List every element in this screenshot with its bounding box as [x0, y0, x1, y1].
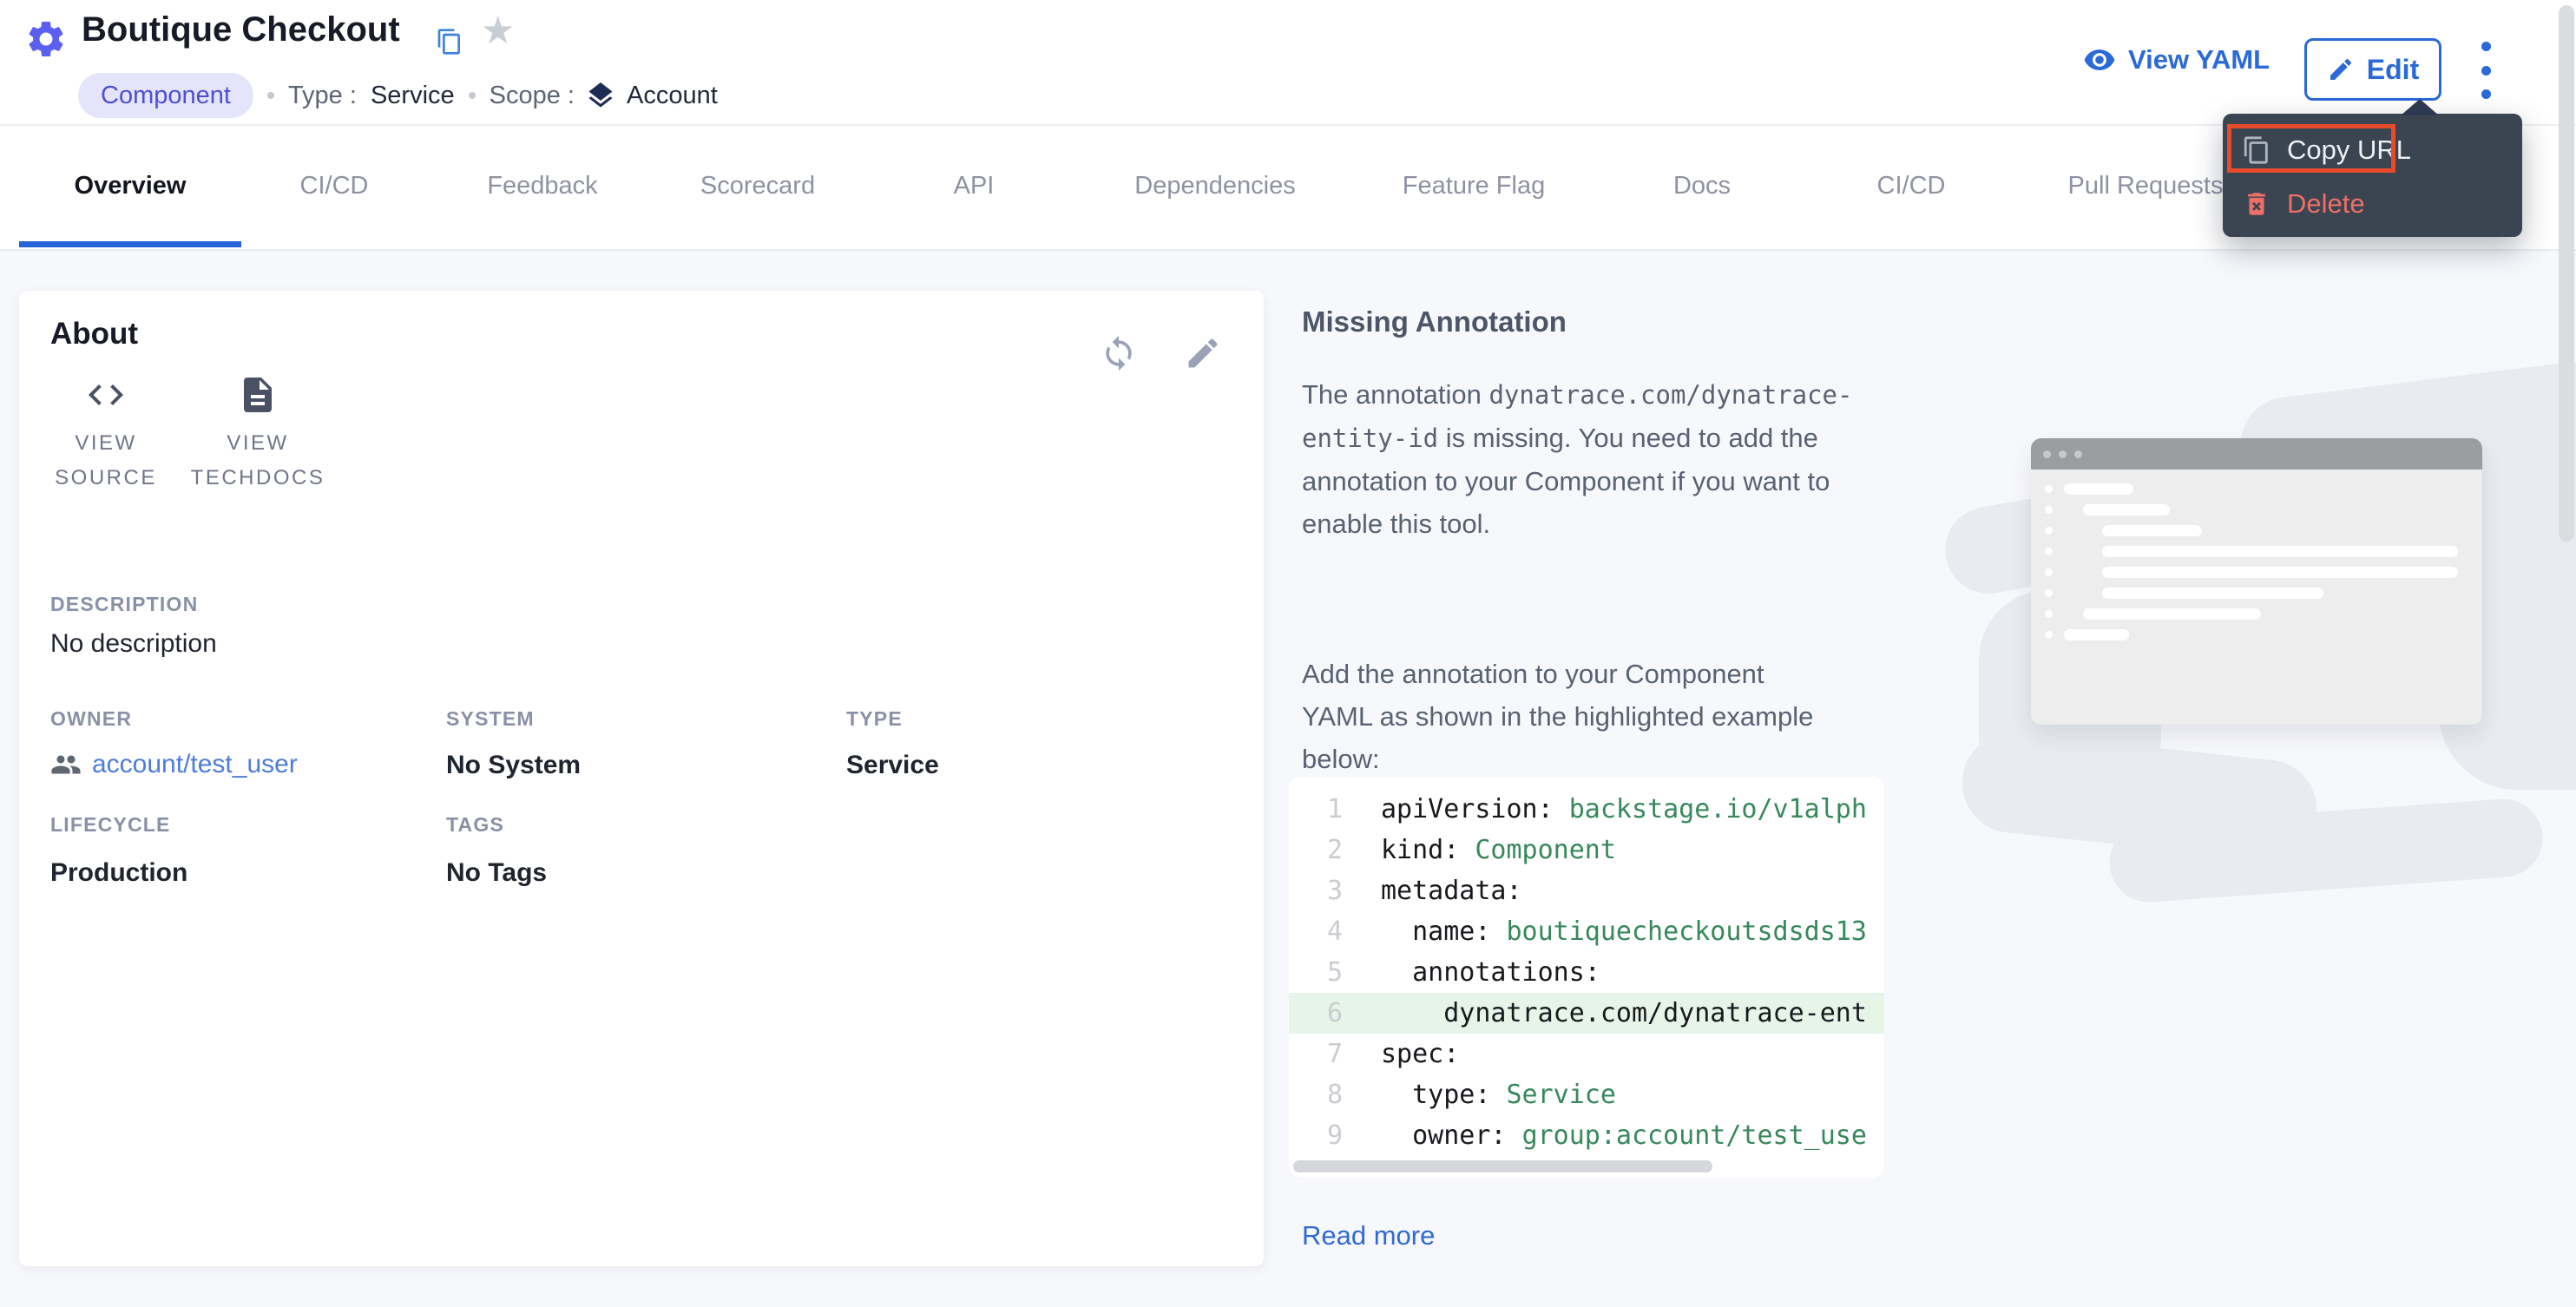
code-line-7: 7spec: [1289, 1034, 1884, 1074]
system-label: SYSTEM [446, 707, 535, 731]
page-header: Boutique Checkout ★ Component Type : Ser… [0, 0, 2576, 126]
owner-link[interactable]: account/test_user [50, 749, 298, 780]
tags-value: No Tags [446, 858, 547, 888]
group-icon [50, 749, 82, 780]
code-line-8: 8 type: Service [1289, 1074, 1884, 1115]
system-value: No System [446, 751, 581, 780]
tab-scorecard[interactable]: Scorecard [700, 172, 815, 200]
entity-page: Boutique Checkout ★ Component Type : Ser… [0, 0, 2576, 1307]
layers-icon [585, 80, 616, 111]
more-options-button[interactable] [2475, 42, 2496, 99]
edit-about-icon[interactable] [1184, 334, 1222, 372]
document-icon [237, 374, 279, 416]
owner-value: account/test_user [92, 750, 298, 779]
type-field-value: Service [846, 751, 939, 780]
pencil-icon [2327, 56, 2355, 83]
tab-api[interactable]: API [954, 172, 995, 200]
favorite-star-icon[interactable]: ★ [481, 12, 515, 50]
menu-item-copy-url[interactable]: Copy URL [2242, 128, 2411, 173]
annotation-instructions: Add the annotation to your Component YAM… [1302, 653, 1840, 780]
view-yaml-label: View YAML [2128, 44, 2270, 76]
lifecycle-label: LIFECYCLE [50, 813, 171, 837]
page-scrollbar[interactable] [2559, 5, 2574, 542]
tab-bar: Overview CI/CD Feedback Scorecard API Depende… [0, 126, 2576, 251]
type-label: Type : [288, 82, 357, 110]
edit-button[interactable]: Edit [2304, 38, 2441, 101]
code-lines: 1apiVersion: backstage.io/v1alph2kind: C… [1289, 789, 1884, 1156]
tab-ci-cd[interactable]: CI/CD [300, 172, 369, 200]
kind-chip: Component [78, 73, 253, 118]
trash-icon [2242, 189, 2271, 219]
view-yaml-button[interactable]: View YAML [2083, 43, 2270, 76]
code-window-illustration [1953, 373, 2526, 894]
scope-value: Account [627, 82, 718, 110]
tab-overview[interactable]: Overview [75, 172, 187, 200]
lifecycle-value: Production [50, 858, 187, 888]
copy-url-label: Copy URL [2287, 135, 2411, 166]
description-value: No description [50, 629, 217, 659]
description-label: DESCRIPTION [50, 593, 198, 616]
tab-dependencies[interactable]: Dependencies [1134, 172, 1295, 200]
fake-window-titlebar [2031, 438, 2482, 470]
code-line-4: 4 name: boutiquecheckoutsdsds13 [1289, 911, 1884, 952]
about-card: About VIEW SOURCE VIEW TECHDOCS DESCRIPT… [19, 291, 1264, 1266]
code-line-1: 1apiVersion: backstage.io/v1alph [1289, 789, 1884, 830]
eye-icon [2083, 43, 2116, 76]
delete-label: Delete [2287, 188, 2365, 220]
read-more-link[interactable]: Read more [1302, 1220, 1435, 1251]
tab-docs[interactable]: Docs [1673, 172, 1731, 200]
owner-label: OWNER [50, 707, 132, 731]
code-line-3: 3metadata: [1289, 870, 1884, 911]
separator-dot [267, 92, 274, 99]
type-field-label: TYPE [846, 707, 903, 731]
tags-label: TAGS [446, 813, 504, 837]
menu-item-delete[interactable]: Delete [2242, 181, 2365, 227]
copy-icon [2242, 135, 2271, 165]
missing-annotation-title: Missing Annotation [1302, 305, 1567, 338]
missing-annotation-paragraph: The annotation dynatrace.com/dynatrace-e… [1302, 373, 1875, 545]
tab-ci-cd-2[interactable]: CI/CD [1877, 172, 1946, 200]
code-line-5: 5 annotations: [1289, 952, 1884, 993]
view-techdocs-label: VIEW TECHDOCS [180, 426, 336, 496]
entity-meta-row: Component Type : Service Scope : Account [78, 73, 718, 118]
tab-feature-flag[interactable]: Feature Flag [1403, 172, 1545, 200]
tab-pull-requests[interactable]: Pull Requests [2068, 172, 2224, 200]
menu-arrow [2401, 99, 2439, 115]
component-gear-icon [24, 17, 68, 61]
scope-label: Scope : [490, 82, 575, 110]
fake-browser-window [2031, 438, 2482, 725]
yaml-code-block: 1apiVersion: backstage.io/v1alph2kind: C… [1289, 777, 1884, 1178]
edit-button-label: Edit [2367, 54, 2419, 86]
refresh-icon[interactable] [1100, 334, 1138, 372]
context-menu: Copy URL Delete [2223, 114, 2522, 237]
about-card-title: About [50, 317, 138, 351]
view-source-label: VIEW SOURCE [36, 426, 175, 496]
type-value: Service [371, 82, 455, 110]
code-line-6: 6 dynatrace.com/dynatrace-ent [1289, 993, 1884, 1034]
view-source-button[interactable]: VIEW SOURCE [36, 374, 175, 496]
active-tab-indicator [19, 241, 241, 247]
page-title: Boutique Checkout [82, 10, 400, 49]
code-line-9: 9 owner: group:account/test_use [1289, 1115, 1884, 1156]
copy-name-icon[interactable] [436, 28, 463, 56]
code-icon [85, 374, 127, 416]
tab-feedback[interactable]: Feedback [487, 172, 597, 200]
view-techdocs-button[interactable]: VIEW TECHDOCS [180, 374, 336, 496]
separator-dot [469, 92, 476, 99]
code-line-2: 2kind: Component [1289, 830, 1884, 870]
code-horizontal-scrollbar[interactable] [1293, 1160, 1712, 1172]
